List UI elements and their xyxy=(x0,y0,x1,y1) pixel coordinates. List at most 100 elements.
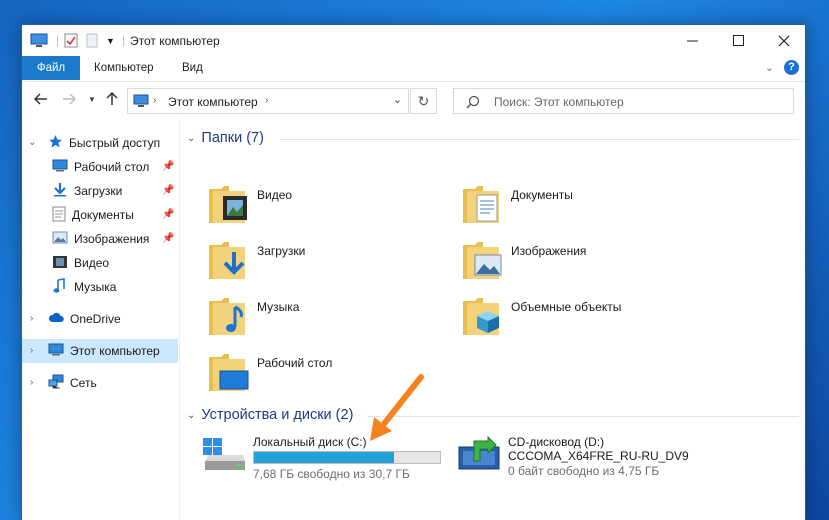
nav-item-desktop[interactable]: Рабочий стол xyxy=(52,155,149,179)
nav-network[interactable]: › Сеть xyxy=(22,371,180,395)
up-arrow-icon[interactable] xyxy=(106,91,118,110)
help-icon[interactable]: ? xyxy=(784,60,799,75)
window-title: Этот компьютер xyxy=(130,34,220,48)
group-title: Устройства и диски (2) xyxy=(201,407,354,423)
title-separator: | xyxy=(122,33,126,47)
properties-icon[interactable] xyxy=(64,33,78,51)
folder-name: Документы xyxy=(511,188,573,202)
expanded-chevron-icon[interactable]: ⌄ xyxy=(187,410,195,421)
close-icon xyxy=(778,35,790,46)
search-input[interactable]: Поиск: Этот компьютер xyxy=(453,88,794,114)
new-folder-icon[interactable] xyxy=(86,33,98,51)
folder-name: Музыка xyxy=(257,300,300,314)
maximize-button[interactable] xyxy=(715,25,761,56)
tab-view[interactable]: Вид xyxy=(168,56,217,80)
group-header-folders[interactable]: ⌄ Папки (7) xyxy=(187,128,264,148)
collapsed-chevron-icon[interactable]: › xyxy=(30,345,33,356)
folder-tile-documents[interactable]: Документы xyxy=(461,181,701,231)
folder-name: Рабочий стол xyxy=(257,356,333,370)
drive-usage-fill xyxy=(254,452,394,463)
address-dropdown-icon[interactable]: ⌄ xyxy=(393,93,402,106)
pin-icon[interactable]: 📌 xyxy=(162,209,174,220)
nav-item-video[interactable]: Видео xyxy=(52,251,109,275)
file-explorer-window: | ▼ | Этот компьютер Файл Компьютер Вид … xyxy=(21,24,806,520)
documents-icon xyxy=(52,206,66,225)
forward-arrow-icon[interactable] xyxy=(62,92,77,109)
nav-label: Загрузки xyxy=(74,184,123,198)
cd-drive-icon xyxy=(458,435,500,470)
nav-this-pc[interactable]: › Этот компьютер xyxy=(22,339,178,363)
search-icon xyxy=(466,95,480,112)
group-title: Папки (7) xyxy=(201,130,264,146)
nav-label: Сеть xyxy=(70,376,97,390)
title-bar: | ▼ | Этот компьютер xyxy=(22,25,805,56)
folder-tile-video[interactable]: Видео xyxy=(207,181,437,231)
desktop-folder-icon xyxy=(209,354,249,391)
address-bar[interactable]: › Этот компьютер › ⌄ xyxy=(127,88,409,114)
nav-label: OneDrive xyxy=(70,312,121,326)
expanded-chevron-icon[interactable]: ⌄ xyxy=(187,133,195,144)
content-pane: ⌄ Папки (7) Видео Документы Загрузки Изо… xyxy=(181,119,807,520)
network-icon xyxy=(48,374,64,392)
folder-name: Объемные объекты xyxy=(511,300,622,314)
refresh-icon: ↻ xyxy=(417,92,430,109)
group-header-devices[interactable]: ⌄ Устройства и диски (2) xyxy=(187,405,353,425)
nav-item-downloads[interactable]: Загрузки xyxy=(52,179,122,203)
folder-tile-pictures[interactable]: Изображения xyxy=(461,237,701,287)
back-arrow-icon[interactable] xyxy=(33,92,48,109)
pictures-folder-icon xyxy=(463,242,502,279)
title-separator: | xyxy=(56,33,60,47)
refresh-button[interactable]: ↻ xyxy=(410,88,437,114)
tab-file[interactable]: Файл xyxy=(22,56,80,80)
pin-icon[interactable]: 📌 xyxy=(162,233,174,244)
music-folder-icon xyxy=(209,298,245,335)
video-folder-icon xyxy=(209,186,247,223)
close-button[interactable] xyxy=(761,25,807,56)
desktop-icon xyxy=(52,159,68,175)
computer-icon[interactable] xyxy=(30,33,48,51)
drive-free-space: 0 байт свободно из 4,75 ГБ xyxy=(508,464,660,478)
folder-tile-downloads[interactable]: Загрузки xyxy=(207,237,437,287)
pin-icon[interactable]: 📌 xyxy=(162,185,174,196)
tab-computer[interactable]: Компьютер xyxy=(80,56,168,80)
expanded-chevron-icon[interactable]: ⌄ xyxy=(28,137,36,148)
folder-name: Загрузки xyxy=(257,244,306,258)
folder-name: Видео xyxy=(257,188,293,202)
video-icon xyxy=(52,255,68,272)
nav-item-music[interactable]: Музыка xyxy=(52,275,116,299)
breadcrumb-chevron-icon[interactable]: › xyxy=(153,95,156,106)
nav-item-pictures[interactable]: Изображения xyxy=(52,227,149,251)
quick-access-toolbar-dropdown-icon[interactable]: ▼ xyxy=(106,36,115,46)
pin-icon[interactable]: 📌 xyxy=(162,161,174,172)
expand-ribbon-chevron-icon[interactable]: ⌄ xyxy=(765,61,774,74)
3d-objects-folder-icon xyxy=(463,298,499,335)
collapsed-chevron-icon[interactable]: › xyxy=(30,313,33,324)
nav-label: Видео xyxy=(74,256,110,270)
minimize-icon xyxy=(686,40,698,41)
nav-onedrive[interactable]: › OneDrive xyxy=(22,307,180,331)
music-icon xyxy=(52,277,68,297)
nav-quick-access[interactable]: ⌄ Быстрый доступ xyxy=(22,131,180,155)
star-icon xyxy=(48,134,63,152)
collapsed-chevron-icon[interactable]: › xyxy=(30,377,33,388)
search-placeholder: Поиск: Этот компьютер xyxy=(494,95,624,109)
folder-tile-music[interactable]: Музыка xyxy=(207,293,437,343)
downloads-folder-icon xyxy=(209,242,245,279)
drive-name: Локальный диск (C:) xyxy=(253,435,367,449)
nav-item-documents[interactable]: Документы xyxy=(52,203,134,227)
nav-label: Документы xyxy=(72,208,134,222)
drive-free-space: 7,68 ГБ свободно из 30,7 ГБ xyxy=(253,467,410,481)
minimize-button[interactable] xyxy=(669,25,715,56)
drive-tile-cd-d[interactable]: CD-дисковод (D:) CCCOMA_X64FRE_RU-RU_DV9… xyxy=(458,433,758,483)
documents-folder-icon xyxy=(463,186,499,223)
drive-usage-bar xyxy=(253,451,441,464)
folder-tile-3d-objects[interactable]: Объемные объекты xyxy=(461,293,701,343)
windows-drive-icon xyxy=(203,438,245,470)
breadcrumb-chevron-icon[interactable]: › xyxy=(265,95,268,106)
nav-label: Быстрый доступ xyxy=(69,136,161,150)
address-row: ▼ › Этот компьютер › ⌄ ↻ Поиск: Этот ком… xyxy=(22,81,805,119)
nav-label: Этот компьютер xyxy=(70,344,160,358)
ribbon-tabs: Файл Компьютер Вид ⌄ ? xyxy=(22,56,805,80)
group-divider xyxy=(367,416,799,417)
recent-locations-chevron-icon[interactable]: ▼ xyxy=(88,95,96,104)
